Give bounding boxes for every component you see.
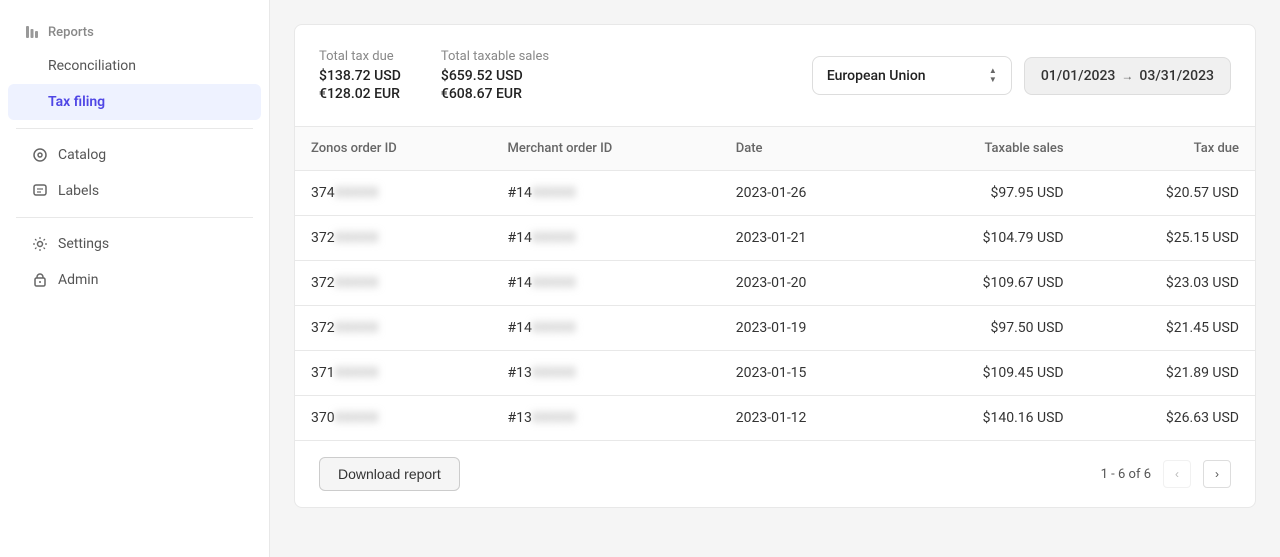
content-card: Total tax due $138.72 USD €128.02 EUR To… bbox=[294, 24, 1256, 508]
cell-tax-due: $21.45 USD bbox=[1080, 306, 1255, 351]
cell-taxable-sales: $97.95 USD bbox=[891, 171, 1079, 216]
settings-icon bbox=[32, 236, 48, 252]
cell-zonos-order-id: 370XXXXX bbox=[295, 396, 492, 441]
table-row: 372XXXXX#14XXXXX2023-01-19$97.50 USD$21.… bbox=[295, 306, 1255, 351]
date-range-selector[interactable]: 01/01/2023 → 03/31/2023 bbox=[1024, 57, 1231, 95]
total-tax-due-label: Total tax due bbox=[319, 49, 401, 64]
cell-merchant-order-id: #14XXXXX bbox=[492, 306, 720, 351]
region-selector-text: European Union bbox=[827, 68, 926, 84]
table-row: 374XXXXX#14XXXXX2023-01-26$97.95 USD$20.… bbox=[295, 171, 1255, 216]
sidebar-divider-2 bbox=[16, 217, 253, 218]
sidebar-catalog-label: Catalog bbox=[58, 147, 106, 163]
cell-merchant-order-id: #14XXXXX bbox=[492, 171, 720, 216]
total-tax-due-eur: €128.02 EUR bbox=[319, 86, 401, 102]
sidebar-admin-label: Admin bbox=[58, 272, 98, 288]
sidebar-item-reconciliation[interactable]: Reconciliation bbox=[8, 48, 261, 84]
sidebar-item-catalog[interactable]: Catalog bbox=[8, 137, 261, 173]
cell-zonos-order-id: 372XXXXX bbox=[295, 216, 492, 261]
cell-tax-due: $26.63 USD bbox=[1080, 396, 1255, 441]
cell-merchant-order-id: #13XXXXX bbox=[492, 396, 720, 441]
table-body: 374XXXXX#14XXXXX2023-01-26$97.95 USD$20.… bbox=[295, 171, 1255, 441]
admin-icon bbox=[32, 272, 48, 288]
total-taxable-sales-stat: Total taxable sales $659.52 USD €608.67 … bbox=[441, 49, 549, 102]
cell-date: 2023-01-26 bbox=[720, 171, 891, 216]
sidebar-reports-label: Reports bbox=[48, 25, 94, 40]
cell-tax-due: $23.03 USD bbox=[1080, 261, 1255, 306]
cell-date: 2023-01-15 bbox=[720, 351, 891, 396]
cell-date: 2023-01-19 bbox=[720, 306, 891, 351]
col-taxable-sales: Taxable sales bbox=[891, 127, 1079, 171]
cell-taxable-sales: $140.16 USD bbox=[891, 396, 1079, 441]
total-tax-due-values: $138.72 USD €128.02 EUR bbox=[319, 68, 401, 102]
table-row: 372XXXXX#14XXXXX2023-01-21$104.79 USD$25… bbox=[295, 216, 1255, 261]
total-taxable-sales-values: $659.52 USD €608.67 EUR bbox=[441, 68, 549, 102]
col-tax-due: Tax due bbox=[1080, 127, 1255, 171]
sidebar-divider-1 bbox=[16, 128, 253, 129]
reports-icon bbox=[24, 24, 40, 40]
cell-date: 2023-01-21 bbox=[720, 216, 891, 261]
table-row: 372XXXXX#14XXXXX2023-01-20$109.67 USD$23… bbox=[295, 261, 1255, 306]
cell-taxable-sales: $97.50 USD bbox=[891, 306, 1079, 351]
table-row: 370XXXXX#13XXXXX2023-01-12$140.16 USD$26… bbox=[295, 396, 1255, 441]
sidebar-settings-label: Settings bbox=[58, 236, 109, 252]
summary-header: Total tax due $138.72 USD €128.02 EUR To… bbox=[295, 25, 1255, 127]
cell-zonos-order-id: 372XXXXX bbox=[295, 261, 492, 306]
pagination-next-button[interactable]: › bbox=[1203, 460, 1231, 488]
total-tax-due-usd: $138.72 USD bbox=[319, 68, 401, 84]
pagination-prev-button[interactable]: ‹ bbox=[1163, 460, 1191, 488]
cell-merchant-order-id: #14XXXXX bbox=[492, 216, 720, 261]
col-merchant-order-id: Merchant order ID bbox=[492, 127, 720, 171]
pagination: 1 - 6 of 6 ‹ › bbox=[1101, 460, 1231, 488]
col-date: Date bbox=[720, 127, 891, 171]
table-header: Zonos order ID Merchant order ID Date Ta… bbox=[295, 127, 1255, 171]
total-taxable-sales-usd: $659.52 USD bbox=[441, 68, 549, 84]
sidebar-item-labels[interactable]: Labels bbox=[8, 173, 261, 209]
date-range-start: 01/01/2023 bbox=[1041, 68, 1116, 84]
total-taxable-sales-eur: €608.67 EUR bbox=[441, 86, 549, 102]
cell-taxable-sales: $109.67 USD bbox=[891, 261, 1079, 306]
sidebar-reconciliation-label: Reconciliation bbox=[48, 58, 136, 74]
table-footer: Download report 1 - 6 of 6 ‹ › bbox=[295, 440, 1255, 507]
region-selector[interactable]: European Union ▲ ▼ bbox=[812, 56, 1012, 95]
sidebar-item-settings[interactable]: Settings bbox=[8, 226, 261, 262]
summary-controls: European Union ▲ ▼ 01/01/2023 → 03/31/20… bbox=[812, 56, 1231, 95]
main-content: Total tax due $138.72 USD €128.02 EUR To… bbox=[270, 0, 1280, 557]
sidebar-item-tax-filing[interactable]: Tax filing bbox=[8, 84, 261, 120]
labels-icon bbox=[32, 183, 48, 199]
sidebar-reports-section: Reports bbox=[0, 16, 269, 48]
sidebar-item-admin[interactable]: Admin bbox=[8, 262, 261, 298]
sidebar-tax-filing-label: Tax filing bbox=[48, 94, 105, 110]
table-row: 371XXXXX#13XXXXX2023-01-15$109.45 USD$21… bbox=[295, 351, 1255, 396]
cell-merchant-order-id: #14XXXXX bbox=[492, 261, 720, 306]
col-zonos-order-id: Zonos order ID bbox=[295, 127, 492, 171]
total-tax-due-stat: Total tax due $138.72 USD €128.02 EUR bbox=[319, 49, 401, 102]
date-range-end: 03/31/2023 bbox=[1139, 68, 1214, 84]
download-report-button[interactable]: Download report bbox=[319, 457, 460, 491]
cell-tax-due: $21.89 USD bbox=[1080, 351, 1255, 396]
cell-merchant-order-id: #13XXXXX bbox=[492, 351, 720, 396]
sidebar: Reports Reconciliation Tax filing Catalo… bbox=[0, 0, 270, 557]
chevron-updown-icon: ▲ ▼ bbox=[989, 67, 997, 84]
cell-tax-due: $20.57 USD bbox=[1080, 171, 1255, 216]
catalog-icon bbox=[32, 147, 48, 163]
cell-taxable-sales: $104.79 USD bbox=[891, 216, 1079, 261]
total-taxable-sales-label: Total taxable sales bbox=[441, 49, 549, 64]
cell-zonos-order-id: 371XXXXX bbox=[295, 351, 492, 396]
cell-tax-due: $25.15 USD bbox=[1080, 216, 1255, 261]
cell-date: 2023-01-12 bbox=[720, 396, 891, 441]
cell-zonos-order-id: 374XXXXX bbox=[295, 171, 492, 216]
orders-table: Zonos order ID Merchant order ID Date Ta… bbox=[295, 127, 1255, 440]
cell-zonos-order-id: 372XXXXX bbox=[295, 306, 492, 351]
date-range-arrow-icon: → bbox=[1121, 69, 1133, 83]
sidebar-labels-label: Labels bbox=[58, 183, 99, 199]
pagination-info: 1 - 6 of 6 bbox=[1101, 467, 1151, 482]
cell-date: 2023-01-20 bbox=[720, 261, 891, 306]
cell-taxable-sales: $109.45 USD bbox=[891, 351, 1079, 396]
